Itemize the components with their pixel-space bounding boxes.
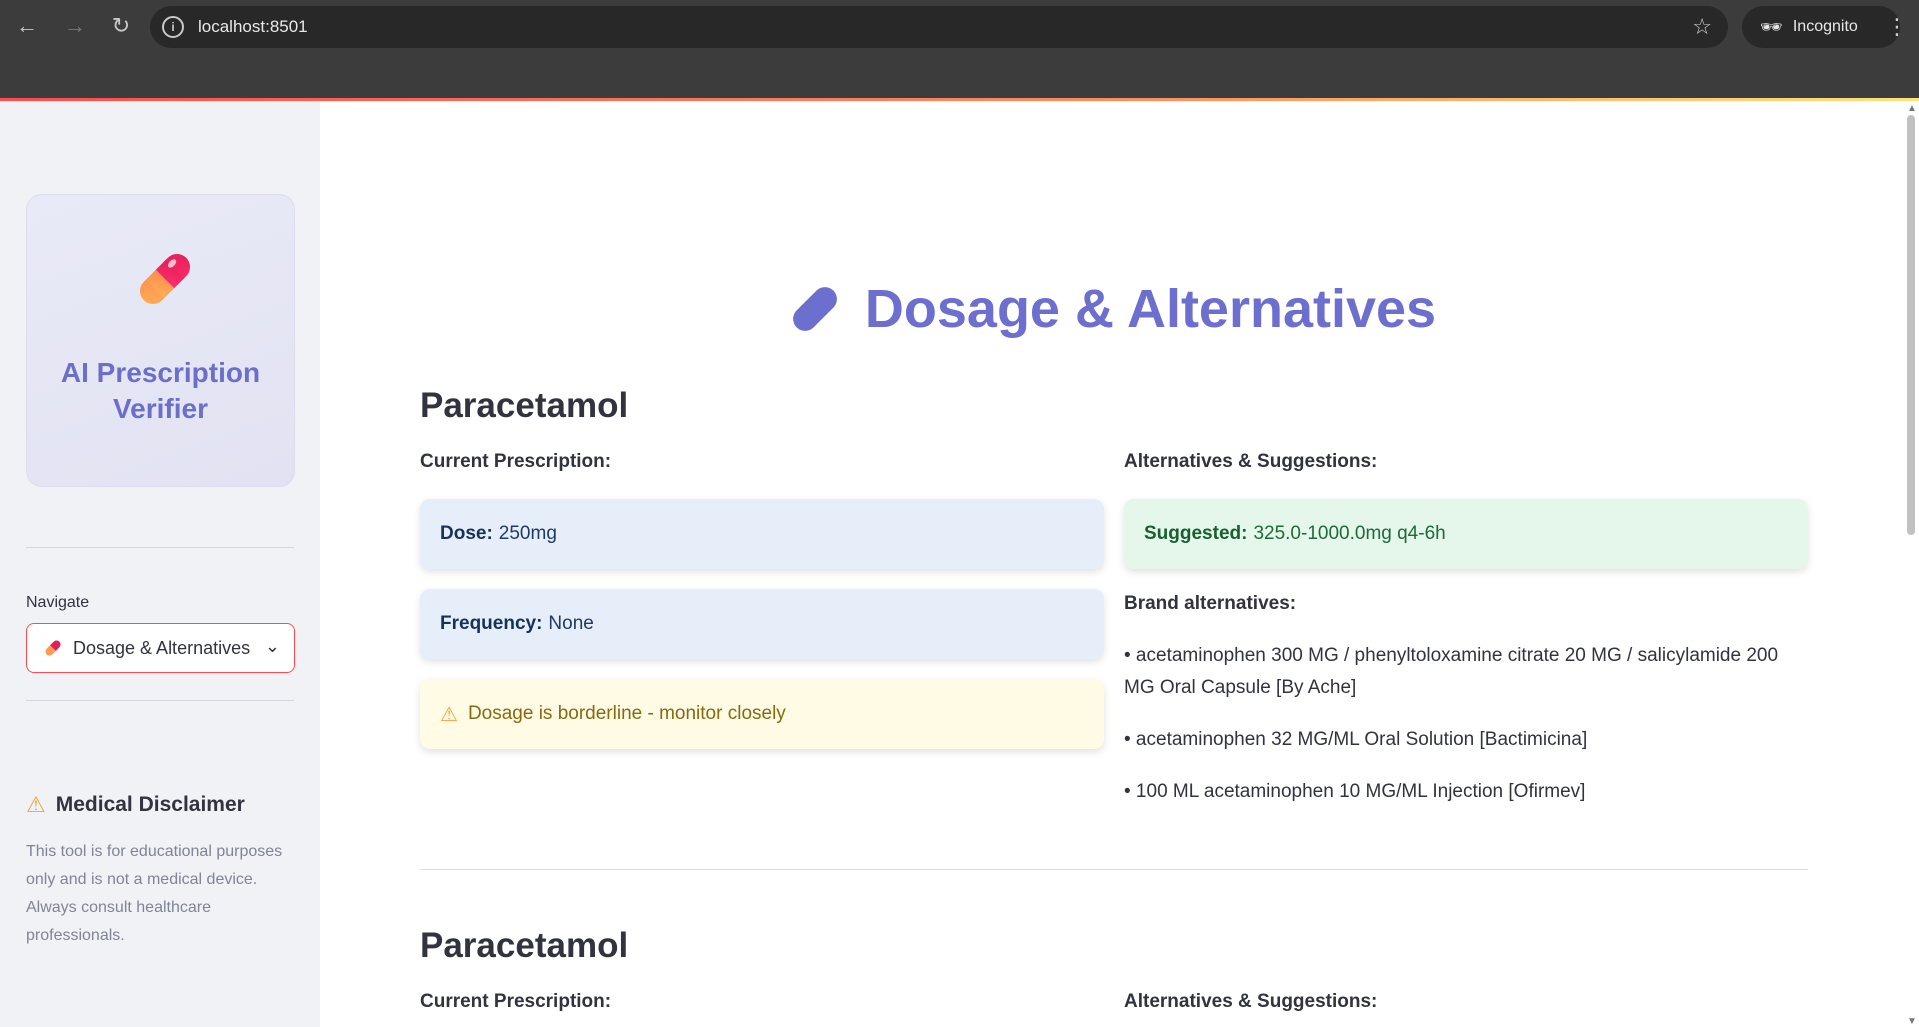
disclaimer-title: Medical Disclaimer xyxy=(55,793,245,816)
sidebar: AI Prescription Verifier Navigate Dosage… xyxy=(0,101,320,1027)
app-title: AI Prescription Verifier xyxy=(60,357,261,424)
site-info-icon[interactable]: i xyxy=(162,16,184,38)
pill-icon xyxy=(45,640,61,656)
star-icon[interactable]: ☆ xyxy=(1692,14,1712,40)
sidebar-divider xyxy=(26,700,294,701)
dose-card: Dose: 250mg xyxy=(420,499,1104,569)
current-prescription-label: Current Prescription: xyxy=(420,451,612,472)
chevron-down-icon[interactable]: ⌄ xyxy=(265,636,280,657)
pill-icon xyxy=(139,253,191,305)
app-logo-card: AI Prescription Verifier xyxy=(26,194,295,487)
pill-icon xyxy=(792,287,837,331)
navigate-label: Navigate xyxy=(26,594,90,611)
warning-icon: ⚠ xyxy=(440,703,458,726)
suggested-label: Suggested: xyxy=(1144,523,1248,544)
browser-toolbar: ← → ↻ i localhost:8501 ☆ 🕶 Incognito ⋮ xyxy=(0,0,1919,52)
reload-icon[interactable]: ↻ xyxy=(101,6,141,46)
scrollbar-thumb[interactable] xyxy=(1907,115,1915,535)
back-arrow-icon[interactable]: ← xyxy=(7,6,47,46)
frequency-card: Frequency: None xyxy=(420,589,1104,659)
incognito-button[interactable]: 🕶 Incognito xyxy=(1742,6,1900,48)
drug-name: Paracetamol xyxy=(420,386,629,425)
scroll-up-icon[interactable]: ▲ xyxy=(1907,103,1917,114)
disclaimer-heading: ⚠ Medical Disclaimer xyxy=(26,792,245,818)
current-prescription-label: Current Prescription: xyxy=(420,991,612,1012)
incognito-icon: 🕶 xyxy=(1760,16,1783,37)
navigate-select-value: Dosage & Alternatives xyxy=(73,637,251,658)
brand-alternatives-label: Brand alternatives: xyxy=(1124,593,1297,614)
sidebar-divider xyxy=(26,547,294,548)
frequency-value: None xyxy=(548,613,594,634)
navigate-select[interactable]: Dosage & Alternatives ⌄ xyxy=(26,623,295,673)
suggested-value: 325.0-1000.0mg q4-6h xyxy=(1253,523,1446,544)
dosage-warning-card: ⚠ Dosage is borderline - monitor closely xyxy=(420,679,1104,749)
incognito-label: Incognito xyxy=(1792,18,1858,35)
forward-arrow-icon[interactable]: → xyxy=(55,6,95,46)
dosage-warning-text: Dosage is borderline - monitor closely xyxy=(467,703,786,724)
dose-label: Dose: xyxy=(440,523,493,544)
alternatives-label: Alternatives & Suggestions: xyxy=(1124,451,1378,472)
url-text[interactable]: localhost:8501 xyxy=(198,17,308,37)
scroll-down-icon[interactable]: ▼ xyxy=(1907,1016,1917,1027)
kebab-menu-icon[interactable]: ⋮ xyxy=(1882,12,1912,42)
warning-icon: ⚠ xyxy=(26,792,46,817)
drug-name: Paracetamol xyxy=(420,926,629,965)
frequency-label: Frequency: xyxy=(440,613,543,634)
suggested-card: Suggested: 325.0-1000.0mg q4-6h xyxy=(1124,499,1808,569)
brand-alternative-item: • 100 ML acetaminophen 10 MG/ML Injectio… xyxy=(1124,781,1586,802)
page-title-text: Dosage & Alternatives xyxy=(864,279,1437,339)
brand-alternative-item: • acetaminophen 300 MG / phenyltoloxamin… xyxy=(1124,645,1779,698)
page-title: Dosage & Alternatives xyxy=(320,278,1903,340)
disclaimer-text: This tool is for educational purposes on… xyxy=(26,843,283,944)
brand-alternative-item: • acetaminophen 32 MG/ML Oral Solution [… xyxy=(1124,729,1588,750)
section-divider xyxy=(420,869,1808,870)
page-scrollbar[interactable]: ▲ ▼ xyxy=(1903,101,1919,1027)
address-bar[interactable]: i localhost:8501 ☆ xyxy=(150,6,1728,48)
alternatives-label: Alternatives & Suggestions: xyxy=(1124,991,1378,1012)
browser-chrome: ← → ↻ i localhost:8501 ☆ 🕶 Incognito ⋮ xyxy=(0,0,1919,101)
dose-value: 250mg xyxy=(498,523,557,544)
